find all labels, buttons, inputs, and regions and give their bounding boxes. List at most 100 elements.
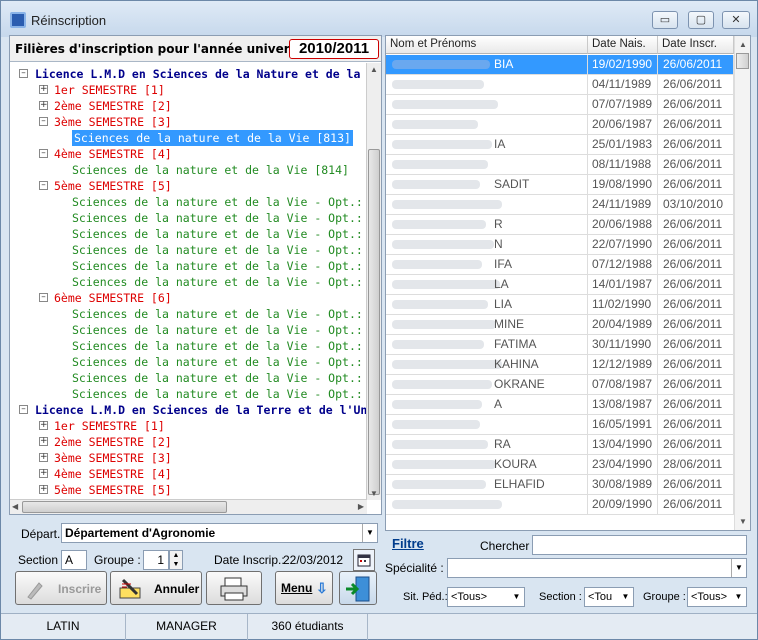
scroll-down-arrow-icon[interactable]: ▼ bbox=[739, 517, 747, 526]
scroll-right-arrow-icon[interactable]: ▶ bbox=[358, 502, 364, 511]
dropdown-arrow-icon[interactable]: ▼ bbox=[618, 588, 633, 606]
tree-node-label[interactable]: 1er SEMESTRE [1] bbox=[54, 82, 165, 98]
scroll-thumb-horizontal[interactable] bbox=[22, 501, 227, 513]
tree-node-label[interactable]: Licence L.M.D en Sciences de la Terre et… bbox=[35, 402, 367, 418]
specialite-select[interactable]: ▼ bbox=[447, 558, 747, 578]
table-row[interactable]: ELHAFID 30/08/1989 26/06/2011 bbox=[386, 475, 734, 495]
table-row[interactable]: 20/09/1990 26/06/2011 bbox=[386, 495, 734, 515]
scroll-down-arrow-icon[interactable]: ▼ bbox=[370, 489, 378, 498]
expand-icon[interactable]: + bbox=[39, 101, 48, 110]
inscrire-button[interactable]: Inscrire bbox=[15, 571, 107, 605]
collapse-icon[interactable]: – bbox=[39, 293, 48, 302]
filter-groupe-select[interactable]: <Tous> ▼ bbox=[687, 587, 747, 607]
menu-button[interactable]: Menu ⇩ bbox=[275, 571, 333, 605]
filieres-tree[interactable]: – Licence L.M.D en Sciences de la Nature … bbox=[10, 63, 367, 500]
table-scrollbar[interactable]: ▲ ▼ bbox=[734, 36, 750, 530]
groupe-spinner[interactable]: ▲ ▼ bbox=[169, 550, 183, 570]
scroll-up-arrow-icon[interactable]: ▲ bbox=[370, 65, 378, 74]
table-row[interactable]: KAHINA 12/12/1989 26/06/2011 bbox=[386, 355, 734, 375]
maximize-button[interactable]: ▢ bbox=[688, 11, 714, 29]
table-row[interactable]: IFA 07/12/1988 26/06/2011 bbox=[386, 255, 734, 275]
depart-select[interactable]: Département d'Agronomie ▼ bbox=[61, 523, 378, 543]
table-scroll-thumb[interactable] bbox=[736, 53, 749, 69]
table-row[interactable]: 08/11/1988 26/06/2011 bbox=[386, 155, 734, 175]
tree-node-label[interactable]: Sciences de la nature et de la Vie - Opt… bbox=[72, 306, 367, 322]
dropdown-arrow-icon[interactable]: ▼ bbox=[731, 588, 746, 606]
expand-icon[interactable]: + bbox=[39, 85, 48, 94]
header-date-nais[interactable]: Date Nais. bbox=[588, 36, 658, 54]
tree-node-label[interactable]: 3ème SEMESTRE [3] bbox=[54, 114, 172, 130]
tree-node-label[interactable]: Sciences de la nature et de la Vie - Opt… bbox=[72, 210, 367, 226]
tree-node-label[interactable]: Sciences de la nature et de la Vie - Opt… bbox=[72, 338, 367, 354]
tree-node-label[interactable]: Sciences de la nature et de la Vie - Opt… bbox=[72, 274, 367, 290]
expand-icon[interactable]: + bbox=[39, 469, 48, 478]
table-row[interactable]: BIA 19/02/1990 26/06/2011 bbox=[386, 55, 734, 75]
collapse-icon[interactable]: – bbox=[19, 69, 28, 78]
table-row[interactable]: 16/05/1991 26/06/2011 bbox=[386, 415, 734, 435]
table-row[interactable]: SADIT 19/08/1990 26/06/2011 bbox=[386, 175, 734, 195]
scroll-up-arrow-icon[interactable]: ▲ bbox=[739, 40, 747, 49]
expand-icon[interactable]: + bbox=[39, 453, 48, 462]
collapse-icon[interactable]: – bbox=[39, 181, 48, 190]
tree-node-label[interactable]: 4ème SEMESTRE [4] bbox=[54, 466, 172, 482]
tree-node-label[interactable]: 2ème SEMESTRE [2] bbox=[54, 434, 172, 450]
collapse-icon[interactable]: – bbox=[39, 117, 48, 126]
tree-node-label[interactable]: Sciences de la nature et de la Vie - Opt… bbox=[72, 194, 367, 210]
tree-node-label[interactable]: 5ème SEMESTRE [5] bbox=[54, 178, 172, 194]
table-row[interactable]: OKRANE 07/08/1987 26/06/2011 bbox=[386, 375, 734, 395]
spin-up-icon[interactable]: ▲ bbox=[170, 551, 182, 560]
table-row[interactable]: LA 14/01/1987 26/06/2011 bbox=[386, 275, 734, 295]
section-input[interactable]: A bbox=[61, 550, 87, 570]
tree-node-label[interactable]: Sciences de la nature et de la Vie - Opt… bbox=[72, 370, 367, 386]
table-row[interactable]: 07/07/1989 26/06/2011 bbox=[386, 95, 734, 115]
collapse-icon[interactable]: – bbox=[19, 405, 28, 414]
scroll-thumb[interactable] bbox=[368, 149, 380, 495]
tree-node-label[interactable]: Sciences de la nature et de la Vie - Opt… bbox=[72, 226, 367, 242]
tree-node-label[interactable]: Sciences de la nature et de la Vie [814] bbox=[72, 162, 349, 178]
header-nom[interactable]: Nom et Prénoms bbox=[386, 36, 588, 54]
sitped-select[interactable]: <Tous> ▼ bbox=[447, 587, 525, 607]
tree-node-label[interactable]: 1er SEMESTRE [1] bbox=[54, 418, 165, 434]
date-inscrip-value[interactable]: 22/03/2012 bbox=[283, 553, 343, 567]
expand-icon[interactable]: + bbox=[39, 437, 48, 446]
table-row[interactable]: A 13/08/1987 26/06/2011 bbox=[386, 395, 734, 415]
tree-vertical-scrollbar[interactable]: ▲ ▼ bbox=[366, 63, 381, 500]
print-button[interactable] bbox=[206, 571, 262, 605]
tree-node-label[interactable]: Licence L.M.D en Sciences de la Nature e… bbox=[35, 66, 367, 82]
dropdown-arrow-icon[interactable]: ▼ bbox=[509, 588, 524, 606]
tree-node-label[interactable]: 6ème SEMESTRE [6] bbox=[54, 290, 172, 306]
tree-node-label[interactable]: Sciences de la nature et de la Vie - Opt… bbox=[72, 354, 367, 370]
tree-node-label[interactable]: Sciences de la nature et de la Vie - Opt… bbox=[72, 258, 367, 274]
table-row[interactable]: KOURA 23/04/1990 28/06/2011 bbox=[386, 455, 734, 475]
collapse-icon[interactable]: – bbox=[39, 149, 48, 158]
tree-node-label[interactable]: 4ème SEMESTRE [4] bbox=[54, 146, 172, 162]
expand-icon[interactable]: + bbox=[39, 421, 48, 430]
table-row[interactable]: 20/06/1987 26/06/2011 bbox=[386, 115, 734, 135]
table-row[interactable]: RA 13/04/1990 26/06/2011 bbox=[386, 435, 734, 455]
table-row[interactable]: FATIMA 30/11/1990 26/06/2011 bbox=[386, 335, 734, 355]
table-row[interactable]: 24/11/1989 03/10/2010 bbox=[386, 195, 734, 215]
table-row[interactable]: 04/11/1989 26/06/2011 bbox=[386, 75, 734, 95]
tree-horizontal-scrollbar[interactable]: ◀ ▶ bbox=[10, 499, 367, 514]
table-row[interactable]: LIA 11/02/1990 26/06/2011 bbox=[386, 295, 734, 315]
table-row[interactable]: MINE 20/04/1989 26/06/2011 bbox=[386, 315, 734, 335]
title-bar[interactable]: Réinscription ▭ ▢ ✕ bbox=[1, 1, 757, 37]
dropdown-arrow-icon[interactable]: ▼ bbox=[731, 559, 746, 577]
spin-down-icon[interactable]: ▼ bbox=[170, 560, 182, 569]
groupe-input[interactable]: 1 bbox=[143, 550, 169, 570]
scroll-left-arrow-icon[interactable]: ◀ bbox=[12, 502, 18, 511]
close-button[interactable]: ✕ bbox=[722, 11, 750, 29]
exit-button[interactable] bbox=[339, 571, 377, 605]
tree-node-label[interactable]: 5ème SEMESTRE [5] bbox=[54, 482, 172, 498]
tree-node-label[interactable]: Sciences de la nature et de la Vie - Opt… bbox=[72, 386, 367, 402]
search-input[interactable] bbox=[532, 535, 747, 555]
tree-node-label[interactable]: 3ème SEMESTRE [3] bbox=[54, 450, 172, 466]
dropdown-arrow-icon[interactable]: ▼ bbox=[362, 524, 377, 542]
header-date-inscr[interactable]: Date Inscr. bbox=[658, 36, 734, 54]
tree-node-label[interactable]: Sciences de la nature et de la Vie [813] bbox=[72, 130, 353, 146]
tree-node-label[interactable]: 2ème SEMESTRE [2] bbox=[54, 98, 172, 114]
tree-node-label[interactable]: Sciences de la nature et de la Vie - Opt… bbox=[72, 322, 367, 338]
minimize-button[interactable]: ▭ bbox=[652, 11, 678, 29]
expand-icon[interactable]: + bbox=[39, 485, 48, 494]
tree-node-label[interactable]: Sciences de la nature et de la Vie - Opt… bbox=[72, 242, 367, 258]
